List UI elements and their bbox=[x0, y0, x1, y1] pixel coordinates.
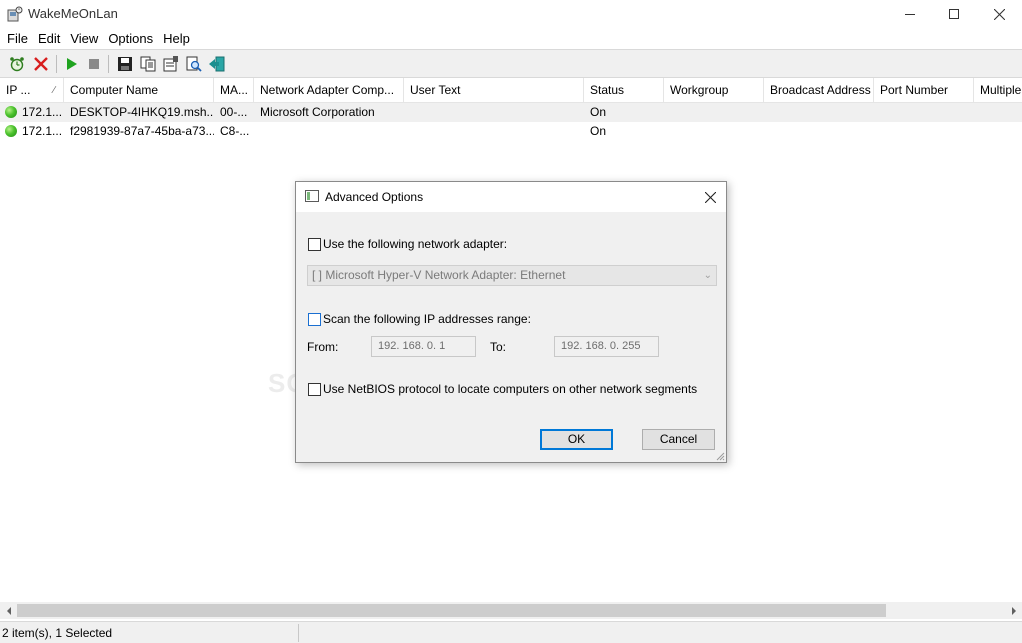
menu-options[interactable]: Options bbox=[103, 28, 158, 49]
cell-computer-name: f2981939-87a7-45ba-a73... bbox=[70, 124, 214, 138]
toolbar bbox=[0, 49, 1022, 78]
use-adapter-checkbox[interactable] bbox=[308, 238, 321, 251]
cell-ip: 172.1... bbox=[22, 105, 63, 119]
stop-icon bbox=[89, 59, 99, 69]
column-header-broadcast-address[interactable]: Broadcast Address bbox=[764, 78, 874, 103]
exit-button[interactable] bbox=[207, 54, 227, 74]
toolbar-separator bbox=[56, 55, 57, 73]
delete-x-icon bbox=[34, 57, 48, 71]
exit-icon bbox=[209, 56, 225, 72]
chevron-down-icon: ⌄ bbox=[703, 270, 712, 281]
wake-up-button[interactable] bbox=[7, 54, 27, 74]
cancel-button[interactable]: Cancel bbox=[642, 429, 715, 450]
scroll-right-button[interactable] bbox=[1005, 602, 1022, 619]
cell-status: On bbox=[590, 124, 607, 138]
netbios-label: Use NetBIOS protocol to locate computers… bbox=[323, 382, 698, 396]
column-header-user-text[interactable]: User Text bbox=[404, 78, 584, 103]
find-button[interactable] bbox=[184, 54, 204, 74]
close-icon bbox=[704, 191, 716, 203]
minimize-icon bbox=[905, 14, 915, 15]
to-label: To: bbox=[490, 340, 507, 354]
menu-bar: File Edit View Options Help bbox=[0, 28, 1022, 49]
copy-icon bbox=[140, 56, 156, 72]
cell-mac: 00-... bbox=[220, 105, 248, 119]
stop-scan-button[interactable] bbox=[84, 54, 104, 74]
menu-view[interactable]: View bbox=[65, 28, 103, 49]
minimize-button[interactable] bbox=[887, 0, 933, 28]
cell-user-text bbox=[404, 122, 584, 141]
menu-help[interactable]: Help bbox=[158, 28, 195, 49]
from-ip-field[interactable]: 192. 168. 0. 1 bbox=[371, 336, 476, 357]
cell-ip: 172.1... bbox=[22, 124, 63, 138]
column-header-ip[interactable]: IP ... ∕ bbox=[0, 78, 64, 103]
toolbar-separator bbox=[108, 55, 109, 73]
scan-range-label: Scan the following IP addresses range: bbox=[323, 312, 531, 326]
start-scan-button[interactable] bbox=[62, 54, 82, 74]
menu-file[interactable]: File bbox=[2, 28, 33, 49]
status-text: 2 item(s), 1 Selected bbox=[2, 626, 113, 640]
cell-status: On bbox=[590, 105, 607, 119]
use-adapter-label: Use the following network adapter: bbox=[323, 237, 508, 251]
window-title: WakeMeOnLan bbox=[28, 6, 118, 21]
chevron-left-icon bbox=[6, 606, 11, 615]
advanced-options-dialog: Advanced Options Use the following netwo… bbox=[295, 181, 727, 463]
column-header-status[interactable]: Status bbox=[584, 78, 664, 103]
cell-computer-name: DESKTOP-4IHKQ19.msh... bbox=[70, 105, 214, 119]
dialog-window-icon bbox=[305, 190, 319, 202]
ok-button[interactable]: OK bbox=[540, 429, 613, 450]
chevron-right-icon bbox=[1011, 606, 1016, 615]
copy-button[interactable] bbox=[138, 54, 158, 74]
save-button[interactable] bbox=[115, 54, 135, 74]
alarm-clock-icon bbox=[10, 57, 24, 72]
column-header-multiple[interactable]: Multiple bbox=[974, 78, 1022, 103]
status-separator bbox=[298, 624, 299, 642]
properties-icon bbox=[163, 56, 178, 72]
column-header-workgroup[interactable]: Workgroup bbox=[664, 78, 764, 103]
column-headers: IP ... ∕ Computer Name MA... Network Ada… bbox=[0, 78, 1022, 103]
cell-adapter-company: Microsoft Corporation bbox=[260, 105, 375, 119]
column-header-adapter-company[interactable]: Network Adapter Comp... bbox=[254, 78, 404, 103]
close-icon bbox=[993, 8, 1005, 20]
to-ip-field[interactable]: 192. 168. 0. 255 bbox=[554, 336, 659, 357]
scan-range-checkbox[interactable] bbox=[308, 313, 321, 326]
resize-grip-icon[interactable] bbox=[715, 451, 725, 461]
dialog-title-bar: Advanced Options bbox=[296, 182, 726, 212]
network-adapter-value: [ ] Microsoft Hyper-V Network Adapter: E… bbox=[312, 268, 566, 282]
column-header-computer-name[interactable]: Computer Name bbox=[64, 78, 214, 103]
cell-adapter-company bbox=[254, 122, 404, 141]
from-ip-value: 192. 168. 0. 1 bbox=[378, 340, 446, 352]
dialog-title: Advanced Options bbox=[325, 190, 424, 204]
menu-edit[interactable]: Edit bbox=[33, 28, 65, 49]
app-icon bbox=[7, 6, 23, 22]
close-button[interactable] bbox=[976, 0, 1022, 28]
delete-button[interactable] bbox=[31, 54, 51, 74]
maximize-button[interactable] bbox=[931, 0, 977, 28]
column-header-mac[interactable]: MA... bbox=[214, 78, 254, 103]
column-header-label: IP ... bbox=[6, 83, 31, 97]
dialog-close-button[interactable] bbox=[698, 186, 722, 208]
find-icon bbox=[186, 56, 202, 72]
from-label: From: bbox=[307, 340, 339, 354]
to-ip-value: 192. 168. 0. 255 bbox=[561, 340, 641, 352]
cell-mac: C8-... bbox=[220, 124, 250, 138]
save-icon bbox=[118, 57, 132, 71]
sort-ascending-icon: ∕ bbox=[53, 85, 55, 96]
scroll-left-button[interactable] bbox=[0, 602, 17, 619]
status-bar: 2 item(s), 1 Selected bbox=[0, 621, 1022, 643]
column-header-port-number[interactable]: Port Number bbox=[874, 78, 974, 103]
table-row[interactable]: 172.1... f2981939-87a7-45ba-a73... C8-..… bbox=[0, 122, 1022, 141]
title-bar: WakeMeOnLan bbox=[0, 0, 1022, 28]
network-adapter-select[interactable]: [ ] Microsoft Hyper-V Network Adapter: E… bbox=[307, 265, 717, 286]
play-icon bbox=[67, 58, 77, 70]
horizontal-scrollbar[interactable] bbox=[0, 602, 1022, 619]
scrollbar-thumb[interactable] bbox=[17, 604, 886, 617]
table-row[interactable]: 172.1... DESKTOP-4IHKQ19.msh... 00-... M… bbox=[0, 103, 1022, 122]
properties-button[interactable] bbox=[161, 54, 181, 74]
netbios-checkbox[interactable] bbox=[308, 383, 321, 396]
maximize-icon bbox=[949, 9, 959, 19]
cell-user-text bbox=[404, 103, 584, 122]
